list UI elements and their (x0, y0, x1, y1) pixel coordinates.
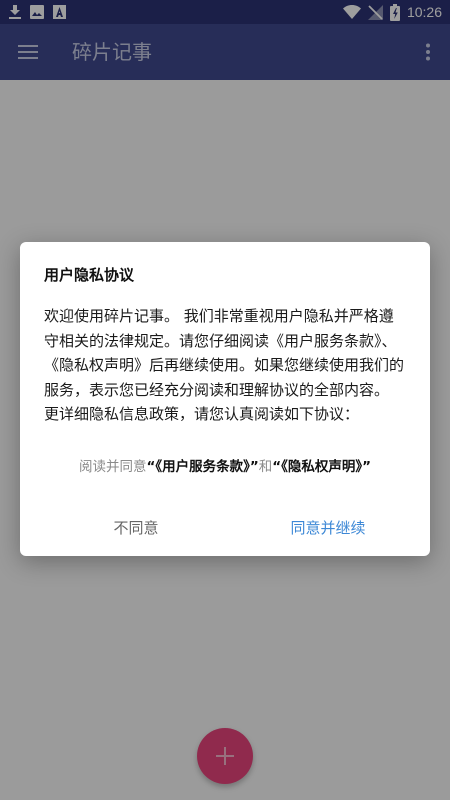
privacy-policy-link[interactable]: “《隐私权声明》” (272, 459, 371, 475)
agree-prefix-text: 阅读并同意 (79, 459, 147, 475)
disagree-button[interactable]: 不同意 (76, 510, 196, 546)
privacy-agreement-dialog: 用户隐私协议 欢迎使用碎片记事。 我们非常重视用户隐私并严格遵 守相关的法律规定… (20, 242, 430, 556)
dialog-title: 用户隐私协议 (44, 266, 135, 284)
dialog-message-line: 守相关的法律规定。请您仔细阅读《用户服务条款》、 (44, 331, 397, 350)
dialog-message-line: 服务，表示您已经充分阅读和理解协议的全部内容。 (44, 380, 390, 399)
dialog-message-line: 更详细隐私信息政策，请您认真阅读如下协议： (44, 405, 360, 423)
dialog-message-line: 欢迎使用碎片记事。 我们非常重视用户隐私并严格遵 (44, 307, 394, 325)
dialog-message: 欢迎使用碎片记事。 我们非常重视用户隐私并严格遵 守相关的法律规定。请您仔细阅读… (44, 304, 408, 427)
dialog-message-line: 《隐私权声明》后再继续使用。如果您继续使用我们的 (44, 356, 405, 374)
terms-of-service-link[interactable]: “《用户服务条款》” (147, 459, 259, 475)
agreement-links: 阅读并同意“《用户服务条款》”和“《隐私权声明》” (20, 456, 430, 478)
and-text: 和 (258, 459, 273, 475)
agree-continue-button[interactable]: 同意并继续 (266, 510, 390, 546)
dialog-actions: 不同意 同意并继续 (20, 510, 430, 546)
